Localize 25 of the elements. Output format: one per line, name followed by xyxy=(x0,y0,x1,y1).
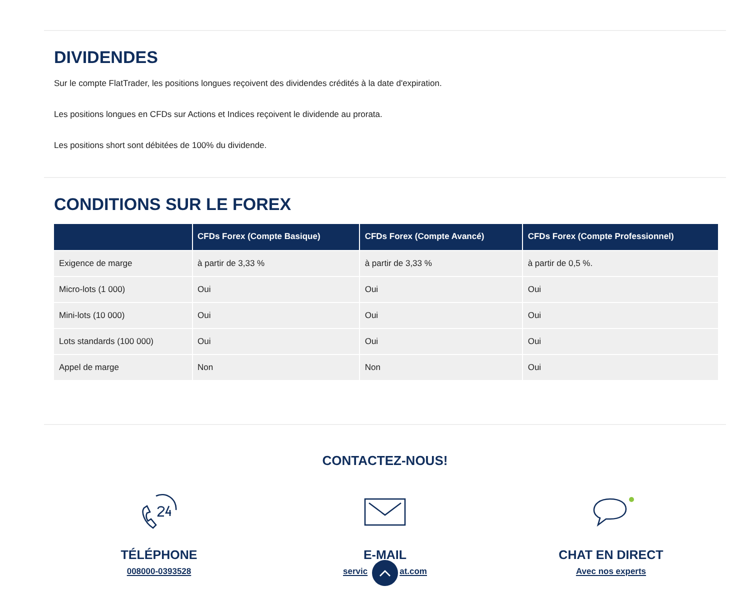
contact-link[interactable]: Avec nos experts xyxy=(576,564,646,578)
contact-link[interactable]: servic xyxy=(343,564,368,578)
chevron-up-icon xyxy=(379,570,391,577)
table-cell: Appel de marge xyxy=(54,354,192,380)
scroll-to-top-button[interactable] xyxy=(372,560,398,586)
section-heading: DIVIDENDES xyxy=(54,47,159,69)
contact-link[interactable]: at.com xyxy=(400,564,427,578)
paragraph: Sur le compte FlatTrader, les positions longues reçoivent des dividendes crédités à la date d'expiration. xyxy=(54,77,443,89)
contact-title: E-MAIL xyxy=(363,546,407,562)
column-header: CFDs Forex (Compte Professionnel) xyxy=(522,224,718,250)
table-cell: Non xyxy=(192,354,360,380)
table-cell: à partir de 0,5 %. xyxy=(522,250,718,276)
table-cell: Non xyxy=(359,354,522,380)
section-heading: CONDITIONS SUR LE FOREX xyxy=(54,194,292,216)
paragraph: Les positions longues en CFDs sur Actions et Indices reçoivent le dividende au prorata. xyxy=(54,108,384,120)
table-cell: Oui xyxy=(522,302,718,328)
contact-title: TÉLÉPHONE xyxy=(120,546,198,562)
table-cell: Oui xyxy=(522,328,718,354)
table-cell: Oui xyxy=(522,354,718,380)
contact-link[interactable]: 008000-0393528 xyxy=(126,564,192,578)
paragraph: Les positions short sont débitées de 100% du dividende. xyxy=(54,139,268,151)
envelope-icon xyxy=(364,498,406,526)
table-cell: Oui xyxy=(522,276,718,302)
contact-title: CHAT EN DIRECT xyxy=(558,546,664,562)
section-heading: CONTACTEZ-NOUS! xyxy=(321,452,449,470)
